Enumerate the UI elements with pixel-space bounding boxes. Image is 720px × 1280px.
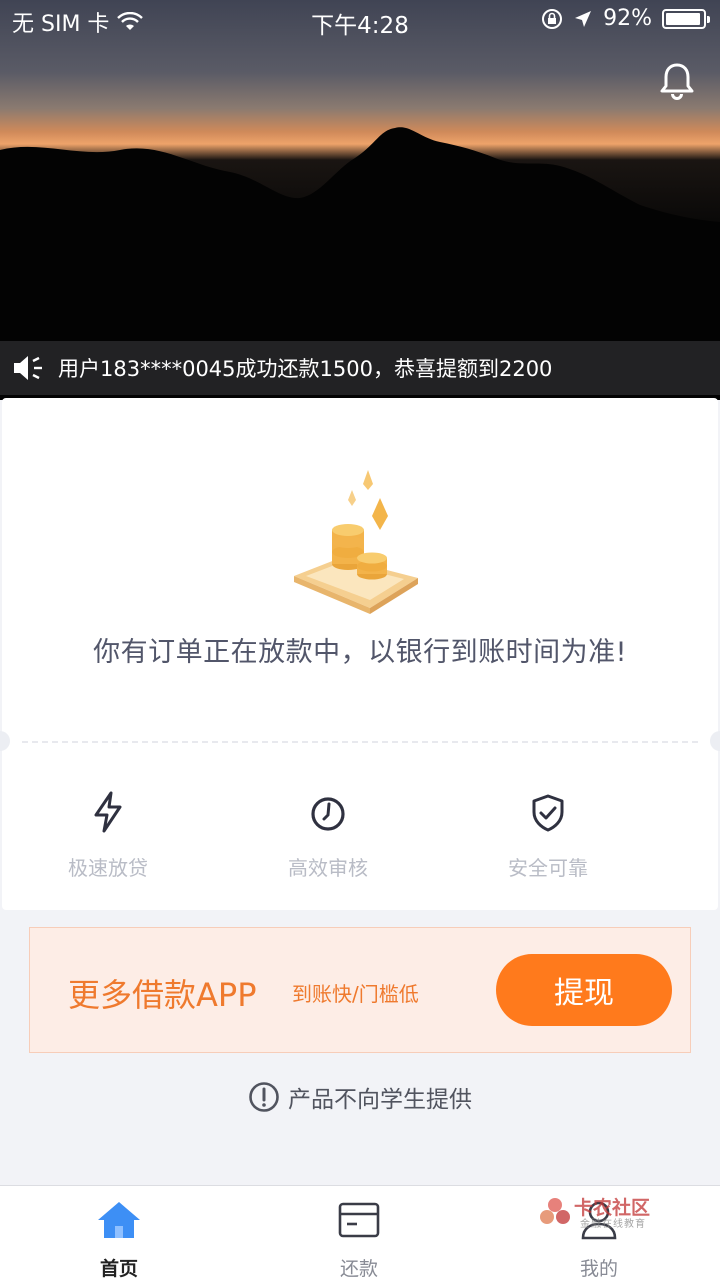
feature-secure: 安全可靠 xyxy=(468,790,628,881)
battery-icon xyxy=(662,8,710,29)
promo-title: 更多借款APP xyxy=(68,976,257,1014)
tab-label: 首页 xyxy=(99,1258,138,1280)
home-icon xyxy=(98,1202,140,1238)
student-notice: 产品不向学生提供 xyxy=(0,1080,720,1114)
mountain-background xyxy=(0,127,720,400)
speaker-icon xyxy=(14,356,42,380)
announcement-marquee: 用户183****0045成功还款1500，恭喜提额到2200 xyxy=(0,341,720,395)
location-arrow-icon xyxy=(575,10,592,27)
order-status-message: 你有订单正在放款中，以银行到账时间为准! xyxy=(93,637,627,668)
notice-text: 产品不向学生提供 xyxy=(288,1087,472,1113)
feature-label: 高效审核 xyxy=(288,856,368,880)
watermark-logo-icon xyxy=(540,1198,570,1224)
tab-label: 还款 xyxy=(339,1258,378,1280)
feature-label: 安全可靠 xyxy=(508,856,588,880)
orientation-lock-icon xyxy=(542,8,563,29)
card-icon xyxy=(338,1202,380,1238)
bell-icon[interactable] xyxy=(656,60,698,102)
shield-check-icon xyxy=(532,794,564,832)
feature-label: 极速放贷 xyxy=(68,856,148,880)
coins-tray-illustration xyxy=(294,470,418,614)
watermark: 卡农社区 金融在线教育 xyxy=(538,1193,663,1235)
tab-repay[interactable]: 还款 xyxy=(299,1200,419,1280)
watermark-subtext: 金融在线教育 xyxy=(580,1219,646,1230)
battery-percent: 92% xyxy=(603,6,652,31)
marquee-text: 用户183****0045成功还款1500，恭喜提额到2200 xyxy=(58,357,553,381)
hero-banner: 无 SIM 卡 下午4:28 92% 用户183****0045成功还款1500… xyxy=(0,0,720,400)
lightning-icon xyxy=(94,791,122,833)
feature-fast-loan: 极速放贷 xyxy=(28,790,188,881)
tab-label: 我的 xyxy=(579,1258,618,1280)
more-loans-promo[interactable]: 更多借款APP 到账快/门槛低 提现 xyxy=(29,927,691,1053)
feature-efficient-review: 高效审核 xyxy=(248,790,408,881)
status-bar: 无 SIM 卡 下午4:28 92% xyxy=(0,0,720,40)
exclamation-circle-icon xyxy=(249,1082,279,1112)
dashed-divider xyxy=(22,741,698,743)
clock-icon xyxy=(311,797,345,831)
promo-subtitle: 到账快/门槛低 xyxy=(292,982,419,1006)
withdraw-button[interactable]: 提现 xyxy=(496,954,672,1026)
tab-home[interactable]: 首页 xyxy=(59,1200,179,1280)
